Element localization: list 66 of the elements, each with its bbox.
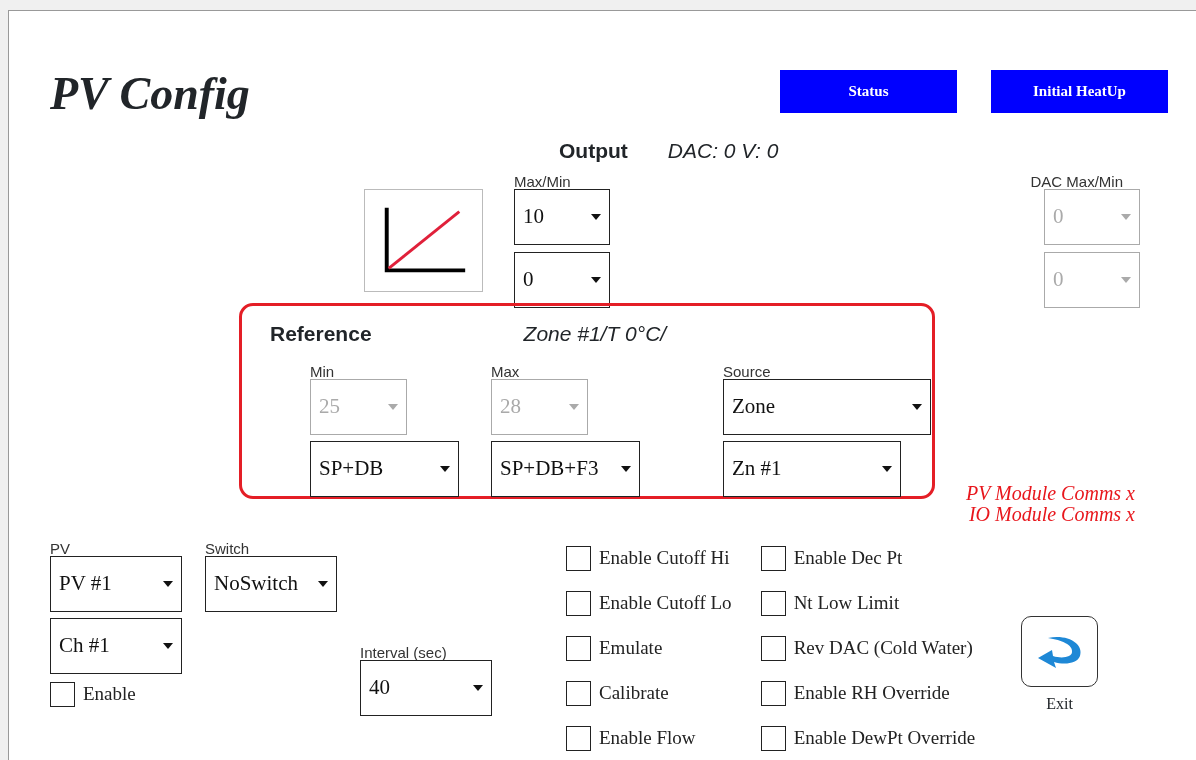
field-label: Max/Min — [514, 174, 572, 190]
caret-icon — [882, 465, 892, 472]
nav-button[interactable]: Status — [780, 70, 957, 113]
comms-status-text: IO Module Comms x — [967, 504, 1135, 526]
checkbox[interactable] — [50, 681, 75, 707]
dropdown[interactable]: SP+DB — [310, 440, 459, 497]
field-label: Source — [723, 363, 772, 379]
caret-icon — [163, 643, 173, 650]
dropdown[interactable]: 40 — [360, 660, 492, 717]
checkbox[interactable] — [566, 545, 591, 571]
checkbox-label: Enable — [83, 682, 136, 707]
checkbox-label: Enable Dec Pt — [793, 546, 903, 571]
field-label: PV — [50, 541, 71, 557]
reference-heading: Reference — [270, 321, 372, 348]
checkbox[interactable] — [566, 590, 591, 616]
checkbox-label: Calibrate — [599, 681, 669, 706]
caret-icon — [912, 403, 922, 410]
caret-icon — [318, 581, 328, 588]
exit-button[interactable] — [1021, 616, 1099, 688]
exit-label: Exit — [1046, 694, 1073, 715]
output-heading: Output — [559, 137, 628, 164]
linear-graph-icon[interactable] — [364, 189, 483, 293]
initial-heatup-button[interactable]: Initial HeatUp — [991, 70, 1168, 113]
checkbox-label: Enable RH Override — [793, 681, 950, 706]
page-title: PV Config — [50, 69, 250, 120]
field-label: Interval (sec) — [360, 645, 448, 661]
checkbox-label: Rev DAC (Cold Water) — [793, 636, 973, 661]
checkbox-label: Enable Flow — [599, 726, 696, 751]
checkbox[interactable] — [566, 680, 591, 706]
caret-icon — [473, 685, 483, 692]
checkbox-label: Enable Cutoff Hi — [599, 546, 730, 571]
reference-reading: Zone #1/T 0°C/ — [523, 321, 667, 348]
caret-icon — [388, 403, 398, 410]
checkbox-label: Emulate — [599, 636, 663, 661]
dropdown[interactable]: 0 — [514, 252, 610, 309]
checkbox[interactable] — [760, 725, 786, 751]
caret-icon — [1121, 277, 1131, 284]
caret-icon — [440, 465, 450, 472]
caret-icon — [569, 403, 579, 410]
output-reading: DAC: 0 V: 0 — [667, 137, 779, 164]
checkbox-label: Enable DewPt Override — [793, 726, 976, 751]
checkbox-label: Nt Low Limit — [793, 591, 900, 616]
dropdown[interactable]: 10 — [514, 189, 610, 246]
caret-icon — [1121, 214, 1131, 221]
dropdown[interactable]: Zone — [723, 378, 931, 435]
caret-icon — [591, 214, 601, 221]
checkbox[interactable] — [760, 635, 786, 661]
checkbox[interactable] — [760, 545, 786, 571]
dropdown[interactable]: PV #1 — [50, 556, 182, 613]
checkbox[interactable] — [566, 635, 591, 661]
checkbox[interactable] — [760, 590, 786, 616]
checkbox[interactable] — [566, 725, 591, 751]
checkbox-label: Enable Cutoff Lo — [599, 591, 732, 616]
dropdown[interactable]: SP+DB+F3 — [491, 440, 640, 497]
field-label: Min — [310, 363, 336, 379]
field-label: Switch — [205, 541, 251, 557]
dropdown[interactable]: Ch #1 — [50, 618, 182, 675]
caret-icon — [621, 465, 631, 472]
field-label: Max — [491, 363, 521, 379]
comms-status-text: PV Module Comms x — [964, 483, 1135, 505]
dropdown[interactable]: NoSwitch — [205, 556, 337, 613]
caret-icon — [591, 277, 601, 284]
dropdown[interactable]: Zn #1 — [723, 440, 901, 497]
field-label: DAC Max/Min — [1030, 174, 1123, 190]
caret-icon — [163, 581, 173, 588]
checkbox[interactable] — [760, 680, 786, 706]
